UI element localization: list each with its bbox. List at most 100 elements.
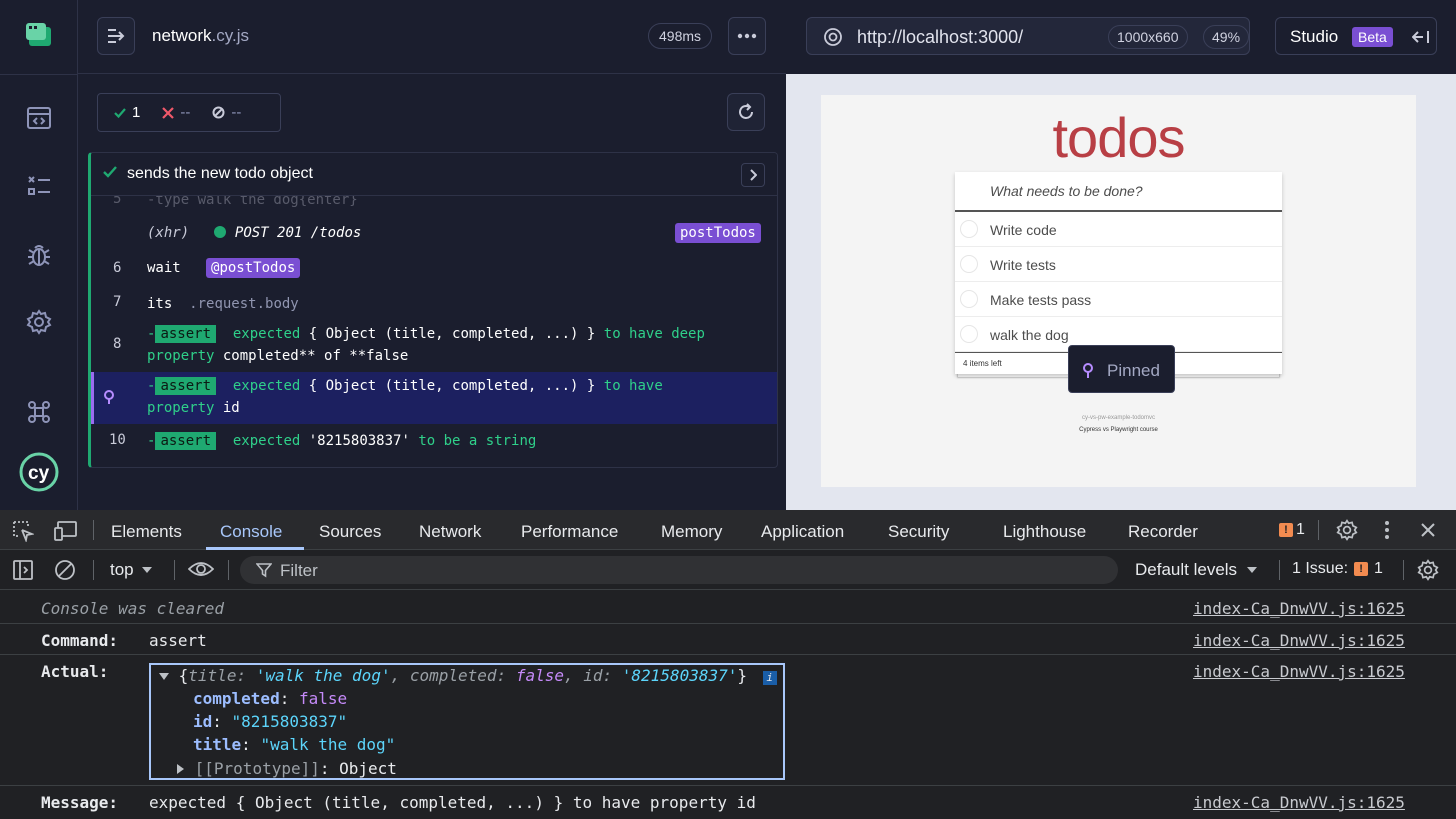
toggle-checkbox[interactable]: [960, 290, 978, 308]
alias-badge: postTodos: [675, 223, 761, 243]
object-property: title: "walk the dog": [193, 735, 396, 754]
rerun-button[interactable]: [727, 93, 765, 131]
object-prototype[interactable]: [[Prototype]]: Object: [177, 759, 397, 778]
tab-lighthouse[interactable]: Lighthouse: [1003, 522, 1086, 542]
pinned-tooltip: Pinned: [1068, 345, 1175, 393]
more-options-button[interactable]: [728, 17, 766, 55]
collapse-sidebar-icon: [108, 29, 125, 43]
test-title-row[interactable]: sends the new todo object: [91, 153, 777, 196]
console-toolbar: top Filter Default levels 1 Issue: ! 1: [0, 550, 1456, 590]
settings-nav-icon[interactable]: [24, 307, 54, 337]
svg-text:cy: cy: [28, 463, 50, 484]
clear-console-icon[interactable]: [54, 559, 76, 581]
status-dot: [214, 226, 227, 238]
settings-gear-icon[interactable]: [1336, 519, 1358, 541]
cypress-logo-icon[interactable]: cy: [19, 452, 59, 492]
selector-playground-icon[interactable]: [823, 27, 843, 47]
tab-application[interactable]: Application: [761, 522, 844, 542]
tab-performance[interactable]: Performance: [521, 522, 618, 542]
check-icon: [103, 166, 117, 178]
source-link[interactable]: index-Ca_DnwVV.js:1625: [1193, 793, 1405, 812]
filter-input[interactable]: Filter: [240, 556, 1118, 584]
toggle-checkbox[interactable]: [960, 255, 978, 273]
context-selector[interactable]: top: [110, 560, 152, 580]
warning-icon: !: [1279, 523, 1293, 537]
alias-badge: @postTodos: [206, 258, 301, 278]
url-bar[interactable]: http://localhost:3000/ 1000x660 49%: [806, 17, 1250, 55]
tab-security[interactable]: Security: [888, 522, 949, 542]
run-duration-badge: 498ms: [648, 23, 713, 49]
app-title: todos: [1052, 106, 1186, 169]
check-icon: [114, 107, 126, 118]
more-vertical-icon[interactable]: [1384, 520, 1390, 540]
app-logo-icon[interactable]: [25, 22, 53, 48]
tab-elements[interactable]: Elements: [111, 522, 182, 542]
assert-command-row[interactable]: 10 - assert expected '8215803837' to be a…: [91, 427, 777, 457]
log-levels-dropdown[interactable]: Default levels: [1135, 560, 1258, 580]
todo-item[interactable]: Make tests pass: [955, 282, 1282, 317]
console-message: Command: assert index-Ca_DnwVV.js:1625: [0, 624, 1456, 655]
source-link[interactable]: index-Ca_DnwVV.js:1625: [1193, 599, 1405, 618]
object-summary[interactable]: {title: 'walk the dog', completed: false…: [159, 666, 777, 685]
reporter-header: network.cy.js 498ms: [78, 0, 786, 74]
info-icon[interactable]: i: [762, 671, 777, 685]
zoom-badge[interactable]: 49%: [1203, 25, 1250, 49]
close-icon[interactable]: [1420, 522, 1436, 538]
console-settings-gear-icon[interactable]: [1417, 559, 1439, 581]
todo-item[interactable]: Write code: [955, 212, 1282, 247]
footer-link[interactable]: Cypress vs Playwright course: [821, 427, 1416, 433]
tab-console[interactable]: Console: [220, 522, 282, 542]
live-expression-eye-icon[interactable]: [188, 560, 214, 578]
devtools-tabbar: Elements Console Sources Network Perform…: [0, 510, 1456, 550]
test-title: sends the new todo object: [127, 165, 313, 182]
viewport-size-badge[interactable]: 1000x660: [1108, 25, 1188, 49]
more-horizontal-icon: [737, 33, 757, 39]
command-row[interactable]: 6 wait @postTodos: [91, 255, 777, 285]
toggle-specs-list-button[interactable]: [97, 17, 135, 55]
dropdown-arrow-icon: [141, 567, 152, 573]
open-test-button[interactable]: [741, 163, 765, 187]
pending-icon: [212, 106, 225, 119]
toggle-checkbox[interactable]: [960, 220, 978, 238]
footer-text: cy-vs-pw-example-todomvc: [1081, 415, 1156, 421]
todo-item[interactable]: Write tests: [955, 247, 1282, 282]
new-todo-input[interactable]: What needs to be done?: [955, 172, 1282, 211]
tab-memory[interactable]: Memory: [661, 522, 722, 542]
issues-link[interactable]: 1 Issue: ! 1: [1292, 560, 1383, 578]
devtools-panel: Elements Console Sources Network Perform…: [0, 510, 1456, 819]
nav-rail: cy: [0, 0, 78, 510]
chevron-right-icon: [750, 169, 757, 181]
keyboard-shortcuts-icon[interactable]: [24, 397, 54, 427]
inspect-element-icon[interactable]: [12, 520, 34, 542]
console-message: Console was cleared index-Ca_DnwVV.js:16…: [0, 591, 1456, 624]
preview-header: http://localhost:3000/ 1000x660 49% Stud…: [786, 0, 1456, 74]
expand-triangle-icon: [159, 673, 169, 680]
assert-command-row[interactable]: 8 - assert expected { Object (title, comp…: [91, 321, 777, 371]
collapse-arrow-icon: [1412, 31, 1429, 43]
tab-network[interactable]: Network: [419, 522, 481, 542]
warning-icon: !: [1354, 562, 1369, 576]
tab-sources[interactable]: Sources: [319, 522, 381, 542]
source-link[interactable]: index-Ca_DnwVV.js:1625: [1193, 662, 1405, 681]
tab-recorder[interactable]: Recorder: [1128, 522, 1198, 542]
runs-nav-icon[interactable]: [24, 171, 54, 201]
reporter-panel: network.cy.js 498ms 1 -- -- sends the ne…: [78, 0, 786, 510]
specs-nav-icon[interactable]: [24, 103, 54, 133]
issues-counter[interactable]: ! 1: [1279, 521, 1305, 539]
app-under-test: todos What needs to be done? Write code …: [821, 95, 1416, 487]
pinned-assert-command-row[interactable]: - assert expected { Object (title, comple…: [91, 372, 777, 424]
sidebar-toggle-icon[interactable]: [12, 559, 34, 581]
beta-badge: Beta: [1352, 27, 1393, 47]
source-link[interactable]: index-Ca_DnwVV.js:1625: [1193, 631, 1405, 650]
studio-button[interactable]: Studio Beta: [1275, 17, 1437, 55]
toggle-checkbox[interactable]: [960, 325, 978, 343]
device-toolbar-icon[interactable]: [54, 520, 78, 542]
debug-nav-icon[interactable]: [24, 240, 54, 270]
todo-card: What needs to be done? Write code Write …: [955, 172, 1282, 374]
command-row[interactable]: 7 its .request.body: [91, 289, 777, 319]
passed-stat: 1: [114, 104, 140, 121]
test-stats: 1 -- --: [97, 93, 281, 132]
x-icon: [162, 106, 175, 119]
object-inspector[interactable]: {title: 'walk the dog', completed: false…: [149, 663, 785, 780]
xhr-command-row[interactable]: (xhr) POST 201 /todos postTodos: [91, 221, 777, 251]
